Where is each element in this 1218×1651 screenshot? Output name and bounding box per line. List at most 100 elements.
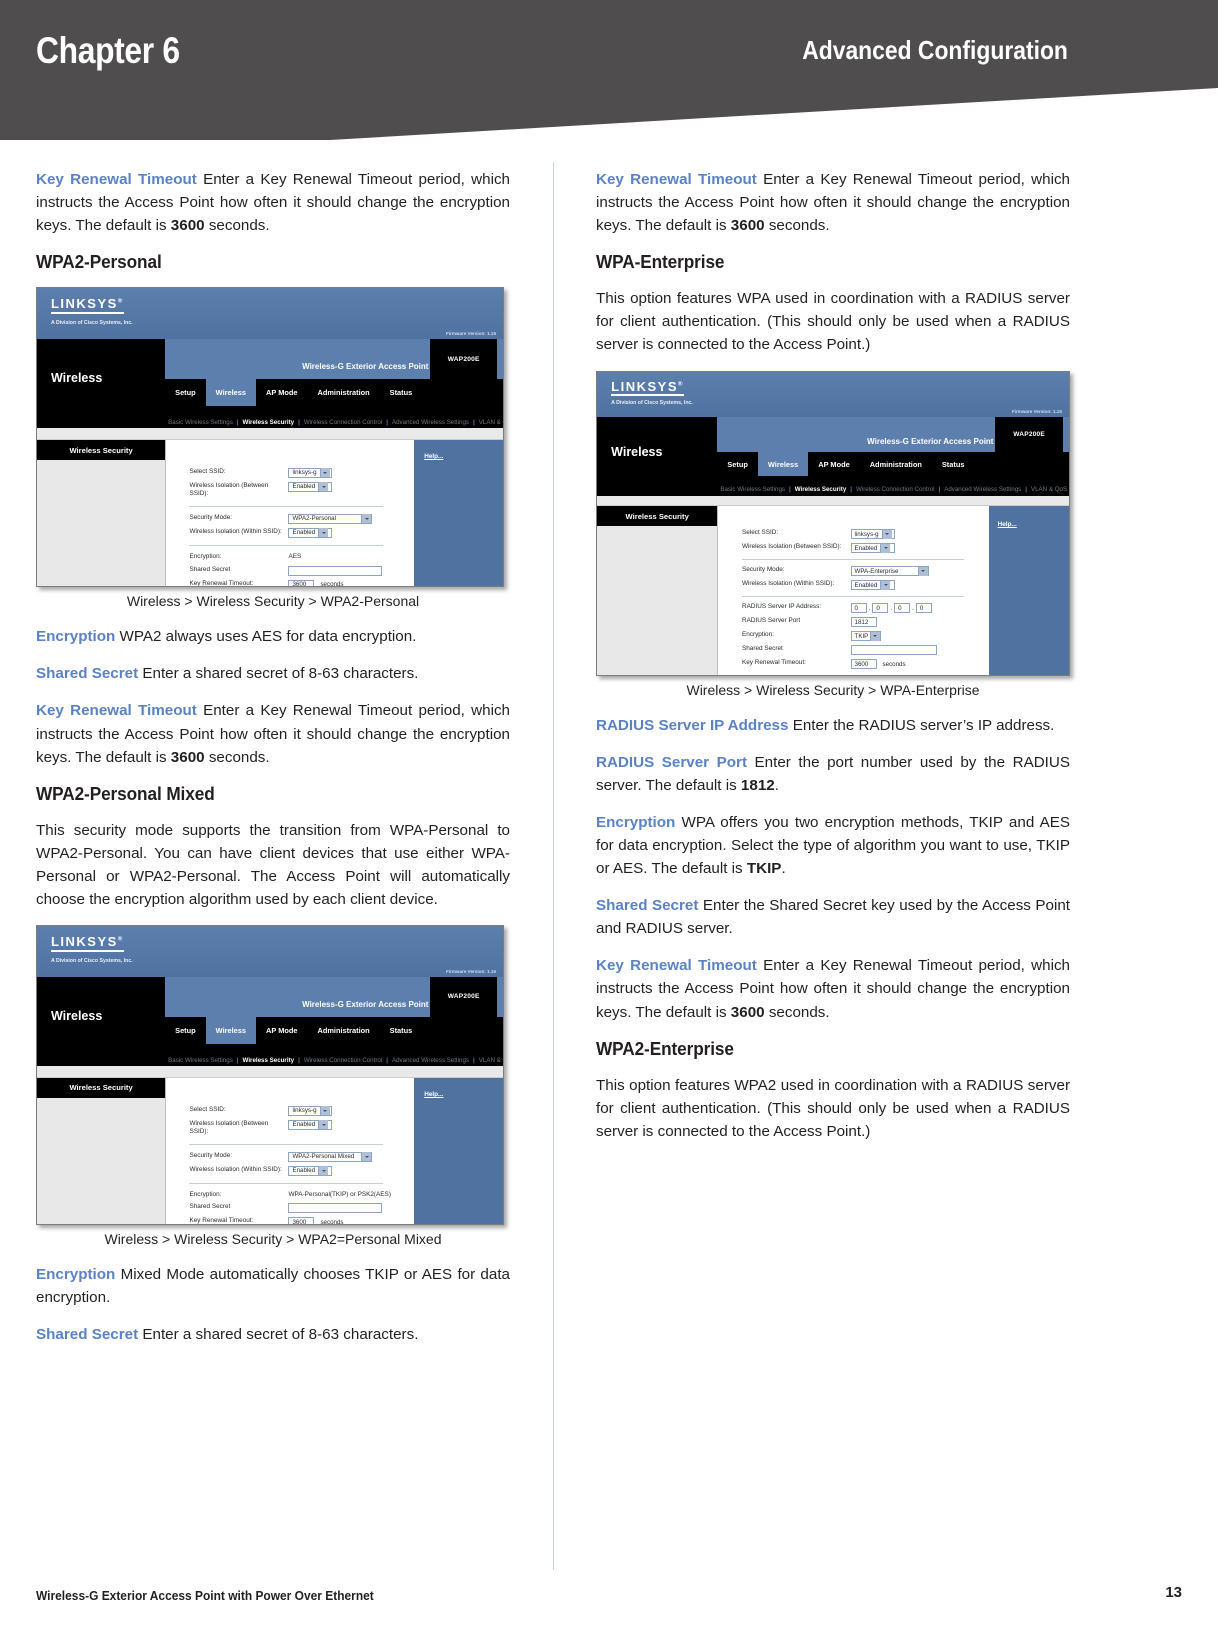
subtab-basic-wireless-settings[interactable]: Basic Wireless Settings <box>717 486 788 493</box>
key-renewal-timeout-input[interactable]: 3600 <box>288 1217 315 1225</box>
tab-administration[interactable]: Administration <box>308 379 380 406</box>
subtab-vlan-qos[interactable]: VLAN & QoS <box>476 1057 503 1064</box>
wireless-isolation-within-dropdown[interactable]: Enabled <box>850 580 895 591</box>
linksys-tagline: A Division of Cisco Systems, Inc. <box>611 400 693 407</box>
field-encryption: Encryption: WPA-Personal(TKIP) or PSK2(A… <box>189 1191 414 1200</box>
field-select-ssid: Select SSID: linksys-g <box>189 1105 414 1116</box>
tab-ap-mode[interactable]: AP Mode <box>808 452 859 476</box>
tab-administration[interactable]: Administration <box>860 452 932 476</box>
subtab-wireless-security[interactable]: Wireless Security <box>240 419 298 426</box>
radius-ip-octet-4[interactable]: 0 <box>915 603 932 614</box>
chevron-down-icon <box>319 468 330 478</box>
tab-status[interactable]: Status <box>380 379 423 406</box>
key-renewal-timeout-input[interactable]: 3600 <box>288 579 315 587</box>
tab-administration[interactable]: Administration <box>308 1017 380 1044</box>
ui-model-badge: WAP200E <box>429 338 498 380</box>
select-ssid-dropdown[interactable]: linksys-g <box>850 529 895 540</box>
tab-wireless[interactable]: Wireless <box>205 379 257 406</box>
ui-form-panel: Select SSID: linksys-g Wireless Isolatio… <box>718 505 989 675</box>
wireless-isolation-between-dropdown[interactable]: Enabled <box>850 543 895 554</box>
radius-server-port-input[interactable]: 1812 <box>850 617 877 628</box>
ui-navigation-band: Wireless-G Exterior Access Point WAP200E… <box>37 338 503 429</box>
subtab-advanced-wireless-settings[interactable]: Advanced Wireless Settings <box>389 419 472 426</box>
field-key-renewal-timeout: Key Renewal Timeout: 3600 seconds <box>189 1217 414 1225</box>
subtab-advanced-wireless-settings[interactable]: Advanced Wireless Settings <box>941 486 1024 493</box>
label-encryption: Encryption: <box>189 552 222 560</box>
screenshot-wpa2-personal: LINKSYS® A Division of Cisco Systems, In… <box>36 287 504 588</box>
heading-wpa-enterprise: WPA-Enterprise <box>596 251 725 273</box>
tab-setup[interactable]: Setup <box>717 452 758 476</box>
field-encryption: Encryption: AES <box>189 553 414 562</box>
tab-ap-mode[interactable]: AP Mode <box>256 1017 307 1044</box>
key-renewal-timeout-input[interactable]: 3600 <box>850 659 877 670</box>
wireless-isolation-within-value: Enabled <box>292 1167 316 1175</box>
subtab-wireless-security[interactable]: Wireless Security <box>792 486 850 493</box>
text: seconds. <box>204 217 270 235</box>
wireless-isolation-within-dropdown[interactable]: Enabled <box>288 1165 333 1176</box>
field-key-renewal-timeout: Key Renewal Timeout: 3600 seconds <box>742 659 989 670</box>
label-select-ssid: Select SSID: <box>741 529 779 537</box>
footer-product-name: Wireless-G Exterior Access Point with Po… <box>36 1588 374 1603</box>
subtab-wireless-security[interactable]: Wireless Security <box>240 1057 298 1064</box>
select-ssid-dropdown[interactable]: linksys-g <box>288 1105 333 1116</box>
wireless-isolation-within-dropdown[interactable]: Enabled <box>288 527 333 538</box>
radius-ip-octet-2[interactable]: 0 <box>872 603 889 614</box>
help-link[interactable]: Help... <box>424 453 443 460</box>
select-ssid-value: linksys-g <box>292 1107 317 1115</box>
help-link[interactable]: Help... <box>998 521 1017 528</box>
tab-status[interactable]: Status <box>932 452 975 476</box>
ui-tab-bar: Setup Wireless AP Mode Administration St… <box>717 452 1069 477</box>
tab-wireless[interactable]: Wireless <box>205 1017 257 1044</box>
subtab-vlan-qos[interactable]: VLAN & QoS <box>476 419 503 426</box>
encryption-value: WPA-Personal(TKIP) or PSK2(AES) <box>288 1190 391 1198</box>
shared-secret-input[interactable] <box>288 1203 383 1214</box>
wireless-isolation-between-dropdown[interactable]: Enabled <box>288 481 333 492</box>
wireless-isolation-between-dropdown[interactable]: Enabled <box>288 1119 333 1130</box>
label-radius-server-ip: RADIUS Server IP Address: <box>741 603 822 611</box>
paragraph-radius-server-ip: RADIUS Server IP Address Enter the RADIU… <box>596 714 1070 737</box>
subtab-vlan-qos[interactable]: VLAN & QoS <box>1028 486 1069 493</box>
radius-ip-octet-3[interactable]: 0 <box>894 603 911 614</box>
subtab-basic-wireless-settings[interactable]: Basic Wireless Settings <box>165 419 236 426</box>
subtab-basic-wireless-settings[interactable]: Basic Wireless Settings <box>165 1057 236 1064</box>
shared-secret-input[interactable] <box>288 565 383 576</box>
left-column: Key Renewal Timeout Enter a Key Renewal … <box>36 168 510 1360</box>
ui-help-panel: Help... <box>414 1077 503 1225</box>
paragraph-shared-secret: Shared Secret Enter the Shared Secret ke… <box>596 894 1070 940</box>
linksys-logo: LINKSYS® <box>50 935 124 952</box>
shared-secret-input[interactable] <box>850 645 937 656</box>
encryption-dropdown[interactable]: TKIP <box>850 631 881 642</box>
right-column: Key Renewal Timeout Enter a Key Renewal … <box>596 168 1070 1157</box>
label-key-renewal-timeout: Key Renewal Timeout: <box>189 579 254 587</box>
ui-thin-divider <box>37 1066 503 1078</box>
label-key-renewal-timeout: Key Renewal Timeout: <box>189 1217 254 1225</box>
subtab-wireless-connection-control[interactable]: Wireless Connection Control <box>853 486 937 493</box>
help-link[interactable]: Help... <box>424 1091 443 1098</box>
term-encryption: Encryption <box>36 1266 116 1284</box>
subtab-advanced-wireless-settings[interactable]: Advanced Wireless Settings <box>389 1057 472 1064</box>
radius-ip-octet-1[interactable]: 0 <box>850 603 867 614</box>
security-mode-dropdown[interactable]: WPA2-Personal Mixed <box>288 1151 373 1162</box>
field-wireless-isolation-between: Wireless Isolation (Between SSID): Enabl… <box>189 1119 414 1137</box>
tab-setup[interactable]: Setup <box>165 379 206 406</box>
tab-setup[interactable]: Setup <box>165 1017 206 1044</box>
value-default: 3600 <box>730 217 765 235</box>
ui-help-panel: Help... <box>414 439 503 587</box>
security-mode-dropdown[interactable]: WPA-Enterprise <box>850 566 929 577</box>
tab-ap-mode[interactable]: AP Mode <box>256 379 307 406</box>
select-ssid-dropdown[interactable]: linksys-g <box>288 467 333 478</box>
label-wireless-isolation-within: Wireless Isolation (Within SSID): <box>189 527 282 535</box>
subtab-wireless-connection-control[interactable]: Wireless Connection Control <box>301 1057 385 1064</box>
ui-product-name: Wireless-G Exterior Access Point <box>867 437 994 447</box>
term-encryption: Encryption <box>36 628 116 646</box>
tab-status[interactable]: Status <box>380 1017 423 1044</box>
field-key-renewal-timeout: Key Renewal Timeout: 3600 seconds <box>189 579 414 587</box>
caption-wpa2-personal-mixed: Wireless > Wireless Security > WPA2=Pers… <box>104 1231 442 1248</box>
ui-thin-divider <box>597 495 1069 506</box>
ui-form-panel: Select SSID: linksys-g Wireless Isolatio… <box>166 439 415 587</box>
tab-wireless[interactable]: Wireless <box>757 452 809 477</box>
security-mode-dropdown[interactable]: WPA2-Personal <box>288 513 373 524</box>
paragraph-key-renewal-timeout-1: Key Renewal Timeout Enter a Key Renewal … <box>36 168 510 237</box>
subtab-wireless-connection-control[interactable]: Wireless Connection Control <box>301 419 385 426</box>
value-default: 3600 <box>170 748 205 766</box>
